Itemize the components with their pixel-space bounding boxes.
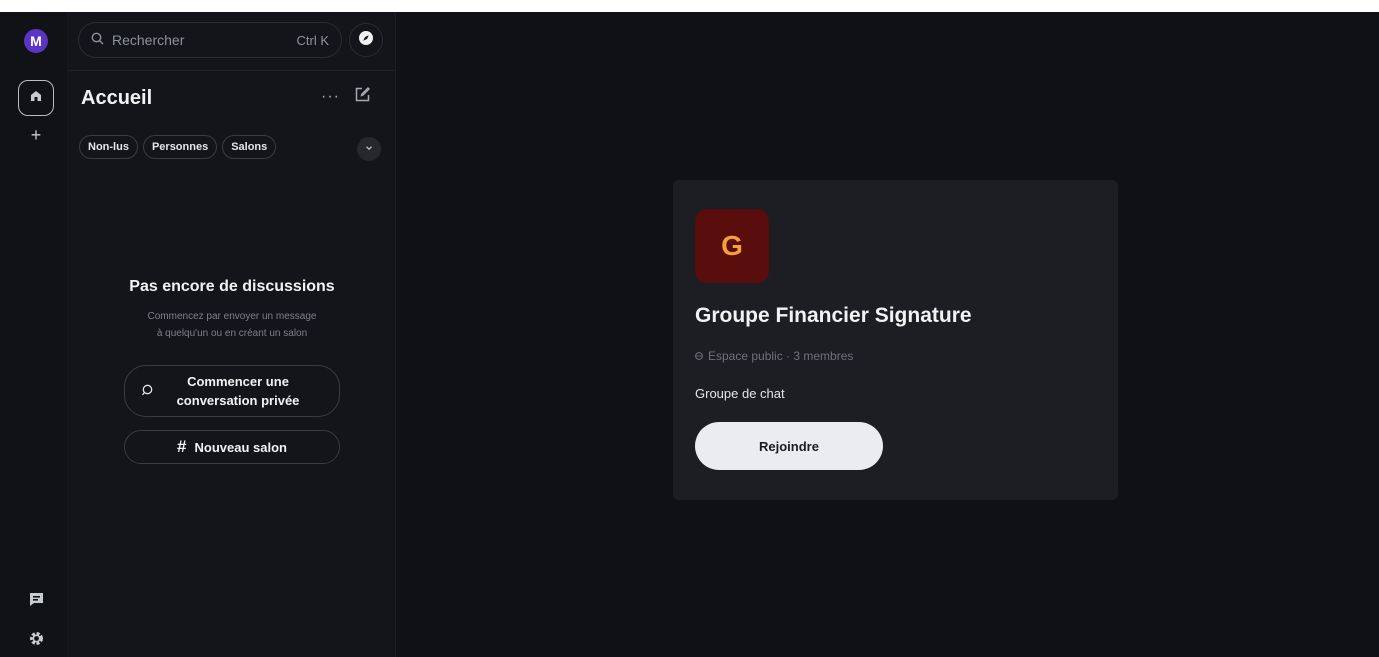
add-space-button[interactable]: + [27, 126, 45, 144]
room-meta-text: Espace public · 3 membres [708, 349, 854, 363]
empty-state-title: Pas encore de discussions [129, 278, 335, 295]
compose-icon [354, 87, 371, 107]
space-rail: M + [0, 12, 68, 657]
start-private-chat-label: Commencer une conversation privée [153, 372, 323, 410]
hash-icon: # [177, 437, 187, 456]
join-button[interactable]: Rejoindre [695, 422, 883, 470]
plus-icon: + [30, 125, 42, 145]
page-title: Accueil [81, 87, 153, 109]
search-bar[interactable]: Rechercher Ctrl K [78, 22, 342, 58]
room-preview-card: G Groupe Financier Signature Espace publ… [673, 180, 1118, 500]
empty-state-description-line: Commencez par envoyer un message [147, 311, 317, 322]
explore-rooms-button[interactable] [349, 23, 383, 57]
new-room-button[interactable]: # Nouveau salon [124, 430, 340, 464]
threads-button[interactable] [26, 592, 46, 612]
filter-unread[interactable]: Non-lus [79, 135, 138, 159]
filter-chips: Non-lus Personnes Salons [79, 135, 277, 159]
gear-icon [28, 630, 45, 652]
search-icon [91, 32, 104, 48]
filter-rooms[interactable]: Salons [222, 135, 277, 159]
start-private-chat-button[interactable]: Commencer une conversation privée [124, 365, 340, 417]
chat-bubble-icon [141, 384, 153, 399]
more-options-button[interactable]: ··· [321, 88, 340, 106]
chevron-down-icon [364, 140, 374, 158]
chat-icon [28, 591, 45, 613]
room-meta: Espace public · 3 membres [695, 349, 853, 363]
room-topic: Groupe de chat [695, 386, 785, 401]
app-window: M + Rechercher Ctrl K Accueil ··· Non-lu… [0, 12, 1379, 657]
new-room-label: Nouveau salon [194, 439, 287, 455]
start-private-chat-label-line: Commencer une [187, 374, 289, 389]
more-filters-button[interactable] [357, 137, 381, 161]
filter-people[interactable]: Personnes [142, 135, 218, 159]
home-space-button[interactable] [18, 80, 54, 116]
header-actions: ··· [321, 86, 371, 108]
sidebar-divider [68, 70, 396, 71]
globe-icon [695, 349, 703, 363]
empty-state-description-line: à quelqu'un ou en créant un salon [156, 328, 308, 339]
search-shortcut: Ctrl K [296, 32, 330, 48]
search-placeholder: Rechercher [112, 32, 185, 48]
room-list-sidebar: Rechercher Ctrl K Accueil ··· Non-lus Pe… [68, 12, 396, 657]
settings-button[interactable] [26, 631, 46, 651]
compass-icon [358, 30, 374, 51]
empty-state-description: Commencez par envoyer un message à quelq… [132, 308, 332, 342]
user-avatar[interactable]: M [24, 29, 48, 53]
room-name: Groupe Financier Signature [695, 304, 972, 327]
compose-button[interactable] [354, 86, 371, 108]
home-icon [29, 89, 43, 108]
start-private-chat-label-line: conversation privée [176, 393, 300, 408]
room-avatar: G [695, 209, 769, 283]
main-pane: G Groupe Financier Signature Espace publ… [396, 12, 1379, 657]
